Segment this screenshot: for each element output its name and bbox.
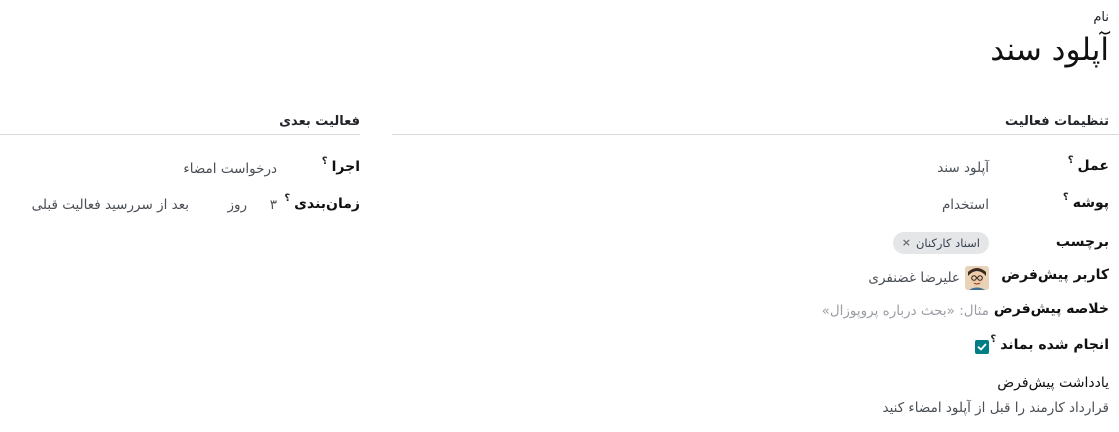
trigger-label: اجرا؟ (322, 156, 360, 175)
name-field-label: نام (1093, 10, 1109, 25)
folder-field[interactable]: استخدام (942, 197, 989, 213)
schedule-number-input[interactable]: ۳ (270, 197, 277, 213)
next-activity-divider (0, 134, 360, 135)
help-icon[interactable]: ؟ (1068, 155, 1074, 166)
keep-done-label-text: انجام شده بماند (1000, 337, 1109, 353)
default-summary-input[interactable]: مثال: «بحث درباره پروپوزال» (822, 303, 989, 319)
default-user-name: علیرضا غضنفری (868, 270, 960, 286)
schedule-unit-select[interactable]: روز (227, 197, 247, 213)
activity-settings-divider (392, 134, 1119, 135)
default-user-field[interactable]: علیرضا غضنفری (868, 266, 989, 290)
close-icon[interactable]: × (902, 232, 911, 254)
schedule-label-text: زمان‌بندی (294, 196, 360, 212)
folder-label-text: پوشه (1072, 195, 1109, 211)
action-field[interactable]: آپلود سند (937, 160, 989, 176)
help-icon[interactable]: ؟ (1063, 192, 1069, 203)
keep-done-checkbox[interactable] (975, 340, 989, 354)
action-label-text: عمل (1077, 158, 1109, 174)
default-note-field[interactable]: قرارداد کارمند را قبل از آپلود امضاء کنی… (882, 400, 1109, 416)
tag-badge-text: اسناد کارکنان (915, 236, 980, 250)
trigger-field[interactable]: درخواست امضاء (183, 161, 277, 177)
default-summary-label: خلاصه پیش‌فرض (993, 301, 1109, 317)
user-avatar-icon (965, 266, 989, 290)
help-icon[interactable]: ؟ (990, 334, 996, 345)
default-user-label: کاربر پیش‌فرض (1001, 267, 1109, 283)
trigger-label-text: اجرا (331, 159, 360, 175)
help-icon[interactable]: ؟ (284, 193, 290, 204)
check-icon (977, 343, 987, 351)
folder-label: پوشه؟ (1063, 192, 1109, 211)
tags-label: برچسب (1055, 234, 1109, 250)
default-note-label: یادداشت پیش‌فرض (997, 375, 1109, 391)
tag-badge[interactable]: اسناد کارکنان × (892, 232, 989, 254)
help-icon[interactable]: ؟ (322, 156, 328, 167)
action-label: عمل؟ (1068, 155, 1109, 174)
schedule-relation-select[interactable]: بعد از سررسید فعالیت قبلی (32, 197, 189, 213)
schedule-label: زمان‌بندی ؟ (284, 193, 360, 212)
activity-settings-title: تنظیمات فعالیت (1004, 114, 1109, 129)
name-field-value[interactable]: آپلود سند (990, 28, 1109, 72)
next-activity-title: فعالیت بعدی (279, 114, 360, 129)
keep-done-label: انجام شده بماند ؟ (990, 334, 1109, 353)
